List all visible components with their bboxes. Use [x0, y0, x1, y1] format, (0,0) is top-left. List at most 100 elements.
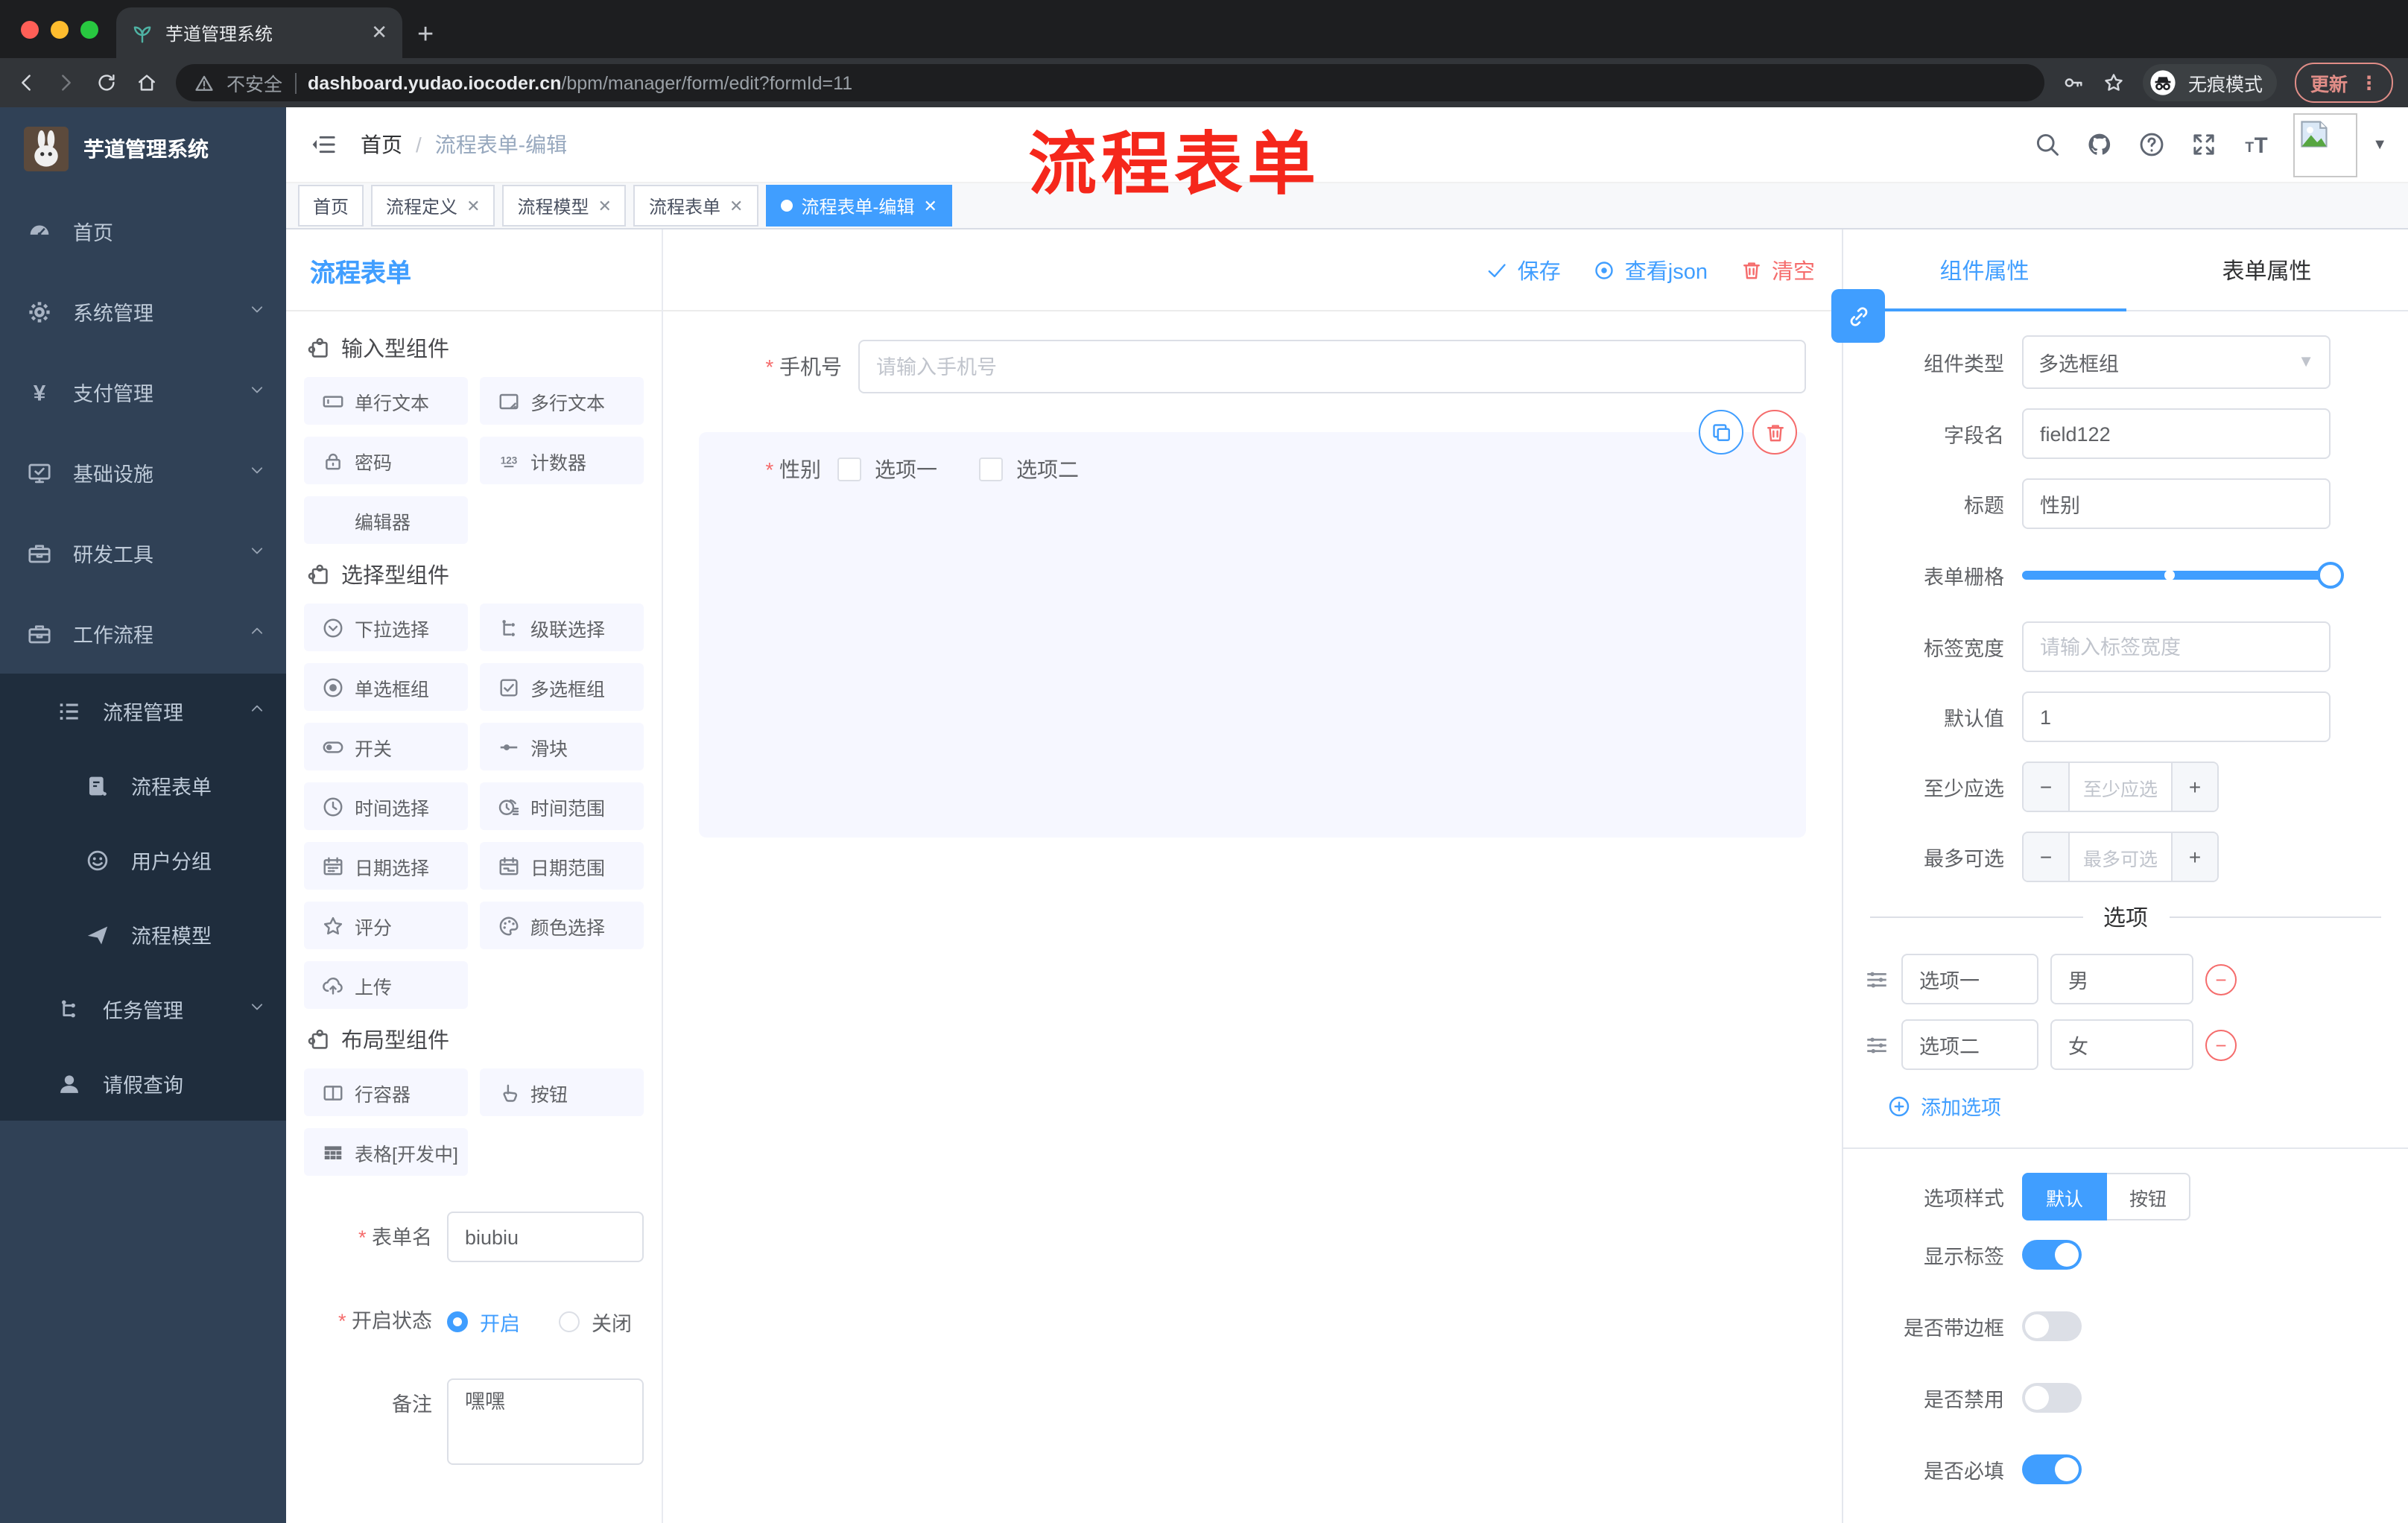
component-chip[interactable]: 多选框组 — [480, 663, 644, 711]
component-chip[interactable]: 多行文本 — [480, 377, 644, 425]
new-tab-button[interactable]: + — [417, 19, 434, 52]
window-controls[interactable] — [0, 0, 116, 58]
component-chip[interactable]: 编辑器 — [304, 496, 468, 544]
component-chip[interactable]: 时间选择 — [304, 782, 468, 830]
checkbox-option[interactable]: 选项一 — [837, 455, 937, 484]
forward-button[interactable] — [55, 72, 77, 94]
search-icon[interactable] — [2034, 131, 2061, 158]
option-style-choice[interactable]: 按钮 — [2107, 1173, 2191, 1220]
toggle-switch[interactable] — [2022, 1240, 2082, 1270]
option-label-input[interactable] — [1901, 1019, 2038, 1070]
save-button[interactable]: 保存 — [1486, 254, 1561, 285]
component-chip[interactable]: 单行文本 — [304, 377, 468, 425]
browser-tab[interactable]: 芋道管理系统 ✕ — [116, 7, 402, 58]
form-name-input[interactable] — [447, 1212, 644, 1262]
delete-component-button[interactable] — [1752, 410, 1797, 455]
component-chip[interactable]: 颜色选择 — [480, 902, 644, 949]
collapse-sidebar-button[interactable] — [310, 131, 337, 158]
avatar[interactable] — [2293, 113, 2358, 177]
avatar-caret-icon[interactable]: ▼ — [2372, 136, 2387, 153]
app-logo[interactable]: 芋道管理系统 — [0, 107, 286, 191]
title-input[interactable] — [2022, 478, 2331, 529]
help-icon[interactable] — [2138, 131, 2165, 158]
fullscreen-icon[interactable] — [2190, 131, 2217, 158]
tab-close-icon[interactable]: ✕ — [371, 21, 387, 45]
status-on-radio[interactable]: 开启 — [447, 1307, 520, 1337]
component-chip[interactable]: 行容器 — [304, 1068, 468, 1116]
view-tag-3[interactable]: 流程模型 ✕ — [502, 185, 627, 227]
sidebar-item-7[interactable]: 流程管理 — [0, 674, 286, 748]
form-grid-slider[interactable] — [2022, 548, 2344, 602]
selected-component[interactable]: 性别 选项一 选项二 — [699, 432, 1806, 838]
default-value-input[interactable] — [2022, 691, 2331, 742]
decrease-button[interactable]: − — [2024, 833, 2070, 881]
view-tag-4[interactable]: 流程表单 ✕ — [633, 185, 758, 227]
option-value-input[interactable] — [2050, 1019, 2193, 1070]
component-chip[interactable]: 123 计数器 — [480, 437, 644, 484]
view-tag-2[interactable]: 流程定义 ✕ — [371, 185, 495, 227]
toggle-switch[interactable] — [2022, 1311, 2082, 1341]
add-option-button[interactable]: 添加选项 — [1888, 1091, 2408, 1121]
tab-component-props[interactable]: 组件属性 — [1843, 229, 2126, 311]
component-chip[interactable]: 日期选择 — [304, 842, 468, 890]
max-select-stepper[interactable]: − 最多可选 + — [2022, 832, 2219, 882]
sidebar-item-6[interactable]: 工作流程 — [0, 593, 286, 674]
component-chip[interactable]: 级联选择 — [480, 604, 644, 651]
slider-handle[interactable] — [2317, 562, 2344, 589]
font-size-icon[interactable]: TT — [2243, 131, 2269, 158]
decrease-button[interactable]: − — [2024, 763, 2070, 811]
sidebar-item-10[interactable]: 流程模型 — [0, 897, 286, 972]
increase-button[interactable]: + — [2171, 763, 2217, 811]
view-tag-1[interactable]: 首页 — [298, 185, 364, 227]
home-button[interactable] — [136, 72, 158, 94]
clear-button[interactable]: 清空 — [1740, 254, 1815, 285]
update-chrome-button[interactable]: 更新 ⋮ — [2295, 63, 2393, 103]
address-bar[interactable]: 不安全 dashboard.yudao.iocoder.cn/bpm/manag… — [176, 64, 2045, 101]
bookmark-star-icon[interactable] — [2103, 72, 2126, 94]
phone-field-row[interactable]: 手机号 — [699, 340, 1806, 393]
tag-close-icon[interactable]: ✕ — [729, 196, 743, 215]
tag-close-icon[interactable]: ✕ — [598, 196, 612, 215]
github-icon[interactable] — [2086, 131, 2113, 158]
tab-form-props[interactable]: 表单属性 — [2126, 229, 2408, 310]
sidebar-item-12[interactable]: 请假查询 — [0, 1046, 286, 1121]
option-value-input[interactable] — [2050, 954, 2193, 1004]
component-chip[interactable]: 开关 — [304, 723, 468, 770]
field-name-input[interactable] — [2022, 408, 2331, 459]
toggle-switch[interactable] — [2022, 1383, 2082, 1413]
sidebar-item-2[interactable]: 系统管理 — [0, 271, 286, 352]
back-button[interactable] — [15, 72, 37, 94]
component-chip[interactable]: 时间范围 — [480, 782, 644, 830]
sidebar-item-1[interactable]: 首页 — [0, 191, 286, 271]
tag-close-icon[interactable]: ✕ — [466, 196, 480, 215]
copy-component-button[interactable] — [1699, 410, 1743, 455]
increase-button[interactable]: + — [2171, 833, 2217, 881]
view-json-button[interactable]: 查看json — [1594, 254, 1708, 285]
field-link-tag[interactable] — [1831, 289, 1885, 343]
component-chip[interactable]: 密码 — [304, 437, 468, 484]
component-chip[interactable]: 评分 — [304, 902, 468, 949]
sidebar-item-9[interactable]: 用户分组 — [0, 823, 286, 897]
password-manager-icon[interactable] — [2063, 72, 2085, 94]
checkbox-option[interactable]: 选项二 — [979, 455, 1079, 484]
tag-close-icon[interactable]: ✕ — [923, 196, 937, 215]
reload-button[interactable] — [95, 72, 118, 94]
minimize-window-button[interactable] — [51, 20, 69, 38]
breadcrumb-home[interactable]: 首页 — [361, 130, 402, 159]
option-label-input[interactable] — [1901, 954, 2038, 1004]
remove-option-button[interactable]: − — [2205, 1029, 2237, 1060]
status-off-radio[interactable]: 关闭 — [559, 1307, 632, 1337]
remark-textarea[interactable]: 嘿嘿 — [447, 1378, 644, 1465]
drag-handle-icon[interactable] — [1864, 1032, 1889, 1057]
component-chip[interactable]: 滑块 — [480, 723, 644, 770]
component-chip[interactable]: 表格[开发中] — [304, 1128, 468, 1176]
remove-option-button[interactable]: − — [2205, 963, 2237, 995]
sidebar-item-5[interactable]: 研发工具 — [0, 513, 286, 593]
component-chip[interactable]: 按钮 — [480, 1068, 644, 1116]
label-width-input[interactable] — [2022, 621, 2331, 672]
phone-input[interactable] — [858, 340, 1806, 393]
component-chip[interactable]: 上传 — [304, 961, 468, 1009]
sidebar-item-4[interactable]: 基础设施 — [0, 432, 286, 513]
component-chip[interactable]: 单选框组 — [304, 663, 468, 711]
component-chip[interactable]: 日期范围 — [480, 842, 644, 890]
